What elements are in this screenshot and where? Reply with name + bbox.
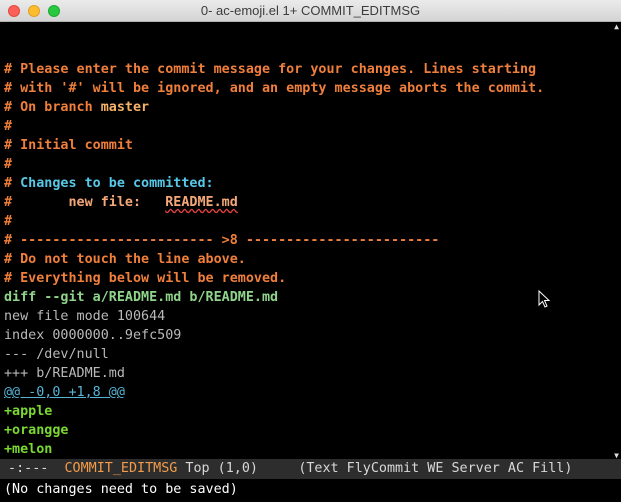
comment-text: # with '#' will be ignored, and an empty… [4,81,545,96]
hunk-header: @@ -0,0 +1,8 @@ [4,385,125,400]
diff-meta: --- /dev/null [4,347,109,362]
window-title: 0- ac-emoji.el 1+ COMMIT_EDITMSG [200,3,421,18]
editor-line: # with '#' will be ignored, and an empty… [4,79,609,98]
editor-buffer[interactable]: # Please enter the commit message for yo… [4,60,609,459]
comment-text: # [4,176,21,191]
editor-line: # On branch master [4,98,609,117]
editor-line: # [4,212,609,231]
added-line: +melon [4,442,53,457]
scrollbar[interactable] [617,30,621,450]
editor-line: +apple [4,402,609,421]
editor-line: # Do not touch the line above. [4,250,609,269]
mode-line-position: Top (1,0) [177,461,299,476]
minibuffer-message[interactable]: (No changes need to be saved) [4,480,621,500]
file-status: new file: [68,195,142,210]
mode-line: -:--- COMMIT_EDITMSG Top (1,0) (Text Fly… [0,459,621,479]
editor-line: new file mode 100644 [4,307,609,326]
diff-header: diff --git a/README.md b/README.md [4,290,279,305]
branch-name: master [100,100,150,115]
mode-line-modes[interactable]: (Text FlyCommit WE Server AC Fill) [298,461,572,476]
comment-text: # [4,119,13,134]
editor-line: # [4,117,609,136]
comment-text: # [4,214,13,229]
diff-meta: index 0000000..9efc509 [4,328,182,343]
added-line: +apple [4,404,53,419]
comment-text: # Everything below will be removed. [4,271,287,286]
changes-heading: Changes to be committed: [20,176,214,191]
comment-text: # Do not touch the line above. [4,252,246,267]
comment-text: # On branch [4,100,101,115]
editor-line: diff --git a/README.md b/README.md [4,288,609,307]
editor-line: # Please enter the commit message for yo… [4,60,609,79]
editor-line: # Everything below will be removed. [4,269,609,288]
comment-text: # [4,195,69,210]
editor-line: # Changes to be committed: [4,174,609,193]
title-bar[interactable]: 0- ac-emoji.el 1+ COMMIT_EDITMSG [0,0,621,22]
editor-line: +orangge [4,421,609,440]
mode-line-status: -:--- [0,461,65,476]
comment-text: # Please enter the commit message for yo… [4,62,537,77]
editor-line: @@ -0,0 +1,8 @@ [4,383,609,402]
diff-meta: +++ b/README.md [4,366,125,381]
editor-line: +++ b/README.md [4,364,609,383]
editor-line: # Initial commit [4,136,609,155]
mouse-pointer-icon [538,290,550,308]
comment-text: # Initial commit [4,138,133,153]
editor-line: index 0000000..9efc509 [4,326,609,345]
editor-line: --- /dev/null [4,345,609,364]
editor-line: # new file: README.md [4,193,609,212]
editor-line: # [4,155,609,174]
emacs-window: 0- ac-emoji.el 1+ COMMIT_EDITMSG ▲ ▼ # P… [0,0,621,502]
comment-text: # [4,157,13,172]
comment-text: # ------------------------ >8 ----------… [4,233,440,248]
diff-meta: new file mode 100644 [4,309,166,324]
added-line: +orangge [4,423,69,438]
editor-line: # ------------------------ >8 ----------… [4,231,609,250]
editor-line: +melon [4,440,609,459]
file-name: README.md [165,195,238,210]
mode-line-buffer-name[interactable]: COMMIT_EDITMSG [65,461,178,476]
